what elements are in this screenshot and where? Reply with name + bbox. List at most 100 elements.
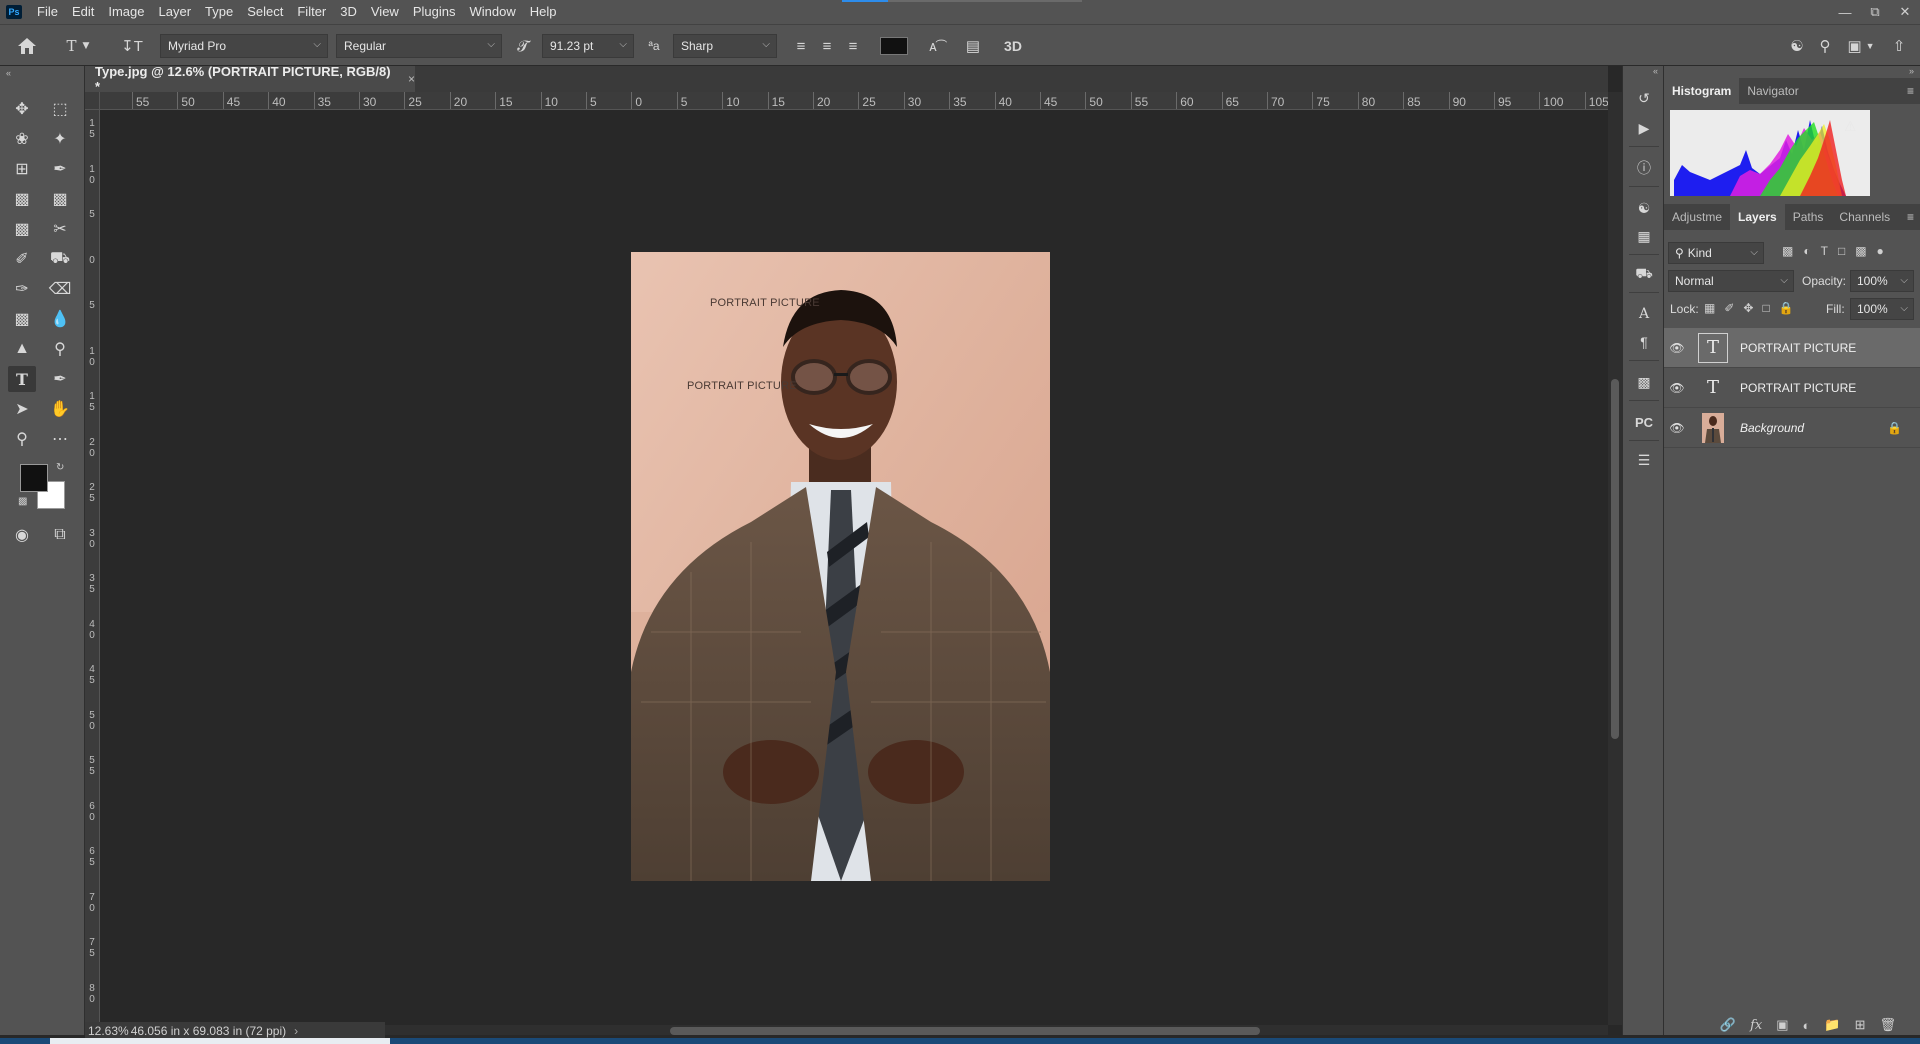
swatches-grid-icon[interactable]: ▦ [1631,224,1657,248]
lock-artboard-icon[interactable]: □ [1762,301,1769,315]
tab-channels[interactable]: Channels [1831,204,1898,230]
home-icon[interactable] [12,34,42,58]
vertical-scroll-thumb[interactable] [1611,379,1619,739]
adjustment-layer-icon[interactable]: ◐ [1803,1018,1811,1033]
swap-colors-icon[interactable]: ↻ [56,462,64,473]
close-tab-icon[interactable]: × [408,72,415,86]
stamp-tool-icon[interactable]: ⛟ [46,246,74,272]
pen-tool-icon[interactable]: ✒ [46,366,74,392]
lock-transparency-icon[interactable]: ▦ [1704,301,1715,315]
cache-warning-icon[interactable]: ⚠ [1844,118,1857,135]
link-layers-icon[interactable]: 🔗 [1720,1017,1736,1033]
collapse-toolbar-icon[interactable]: « [6,68,11,78]
new-group-icon[interactable]: 📁 [1824,1017,1840,1033]
horizontal-scrollbar[interactable] [320,1025,1608,1035]
filter-smart-icon[interactable]: ▩ [1855,244,1866,258]
layer-name[interactable]: PORTRAIT PICTURE [1740,341,1856,355]
move-tool-icon[interactable]: ✥ [8,96,36,122]
bandage-icon[interactable]: ▩ [46,186,74,212]
pc-libraries-icon[interactable]: PC [1631,410,1657,434]
canvas-text-layer-1[interactable]: PORTRAIT PICTURE [710,297,820,309]
menu-layer[interactable]: Layer [152,0,199,24]
visibility-eye-icon[interactable]: 👁 [1664,341,1690,355]
panel-menu-icon[interactable]: ≡ [1907,210,1914,224]
brush-tool-icon[interactable]: ✐ [8,246,36,272]
sharpen-tool-icon[interactable]: ▲ [8,336,36,362]
frame-tool-icon[interactable]: ▩ [8,216,36,242]
expand-panels-icon[interactable]: » [1909,66,1914,76]
canvas-text-layer-2[interactable]: PORTRAIT PICTURE [687,380,797,392]
crop-tool-icon[interactable]: ⊞ [8,156,36,182]
font-family-select[interactable]: Myriad Pro ⌵ [160,34,328,58]
lock-position-icon[interactable]: ✥ [1743,301,1753,315]
visibility-eye-icon[interactable]: 👁 [1664,381,1690,395]
info-icon[interactable]: ⓘ [1631,156,1657,180]
type-tool-icon[interactable]: T [8,366,36,392]
scissors-icon[interactable]: ✂ [46,216,74,242]
properties-icon[interactable]: ▩ [1631,370,1657,394]
visibility-eye-icon[interactable]: 👁 [1664,421,1690,435]
horizontal-scroll-thumb[interactable] [670,1027,1260,1035]
collapse-strip-icon[interactable]: « [1653,66,1658,76]
workspace-icon[interactable]: ▣ ▼ [1844,34,1878,58]
vertical-scrollbar[interactable] [1608,92,1622,1025]
fx-icon[interactable]: fx [1750,1018,1762,1033]
fill-input[interactable]: 100% ⌵ [1850,298,1914,320]
blend-mode-select[interactable]: Normal ⌵ [1668,270,1794,292]
filter-type-icon[interactable]: T [1821,244,1828,258]
menu-type[interactable]: Type [198,0,240,24]
actions-play-icon[interactable]: ▶ [1631,116,1657,140]
tab-adjustments[interactable]: Adjustme [1664,204,1730,230]
spot-healing-icon[interactable]: ▩ [8,186,36,212]
font-size-select[interactable]: 91.23 pt ⌵ [542,34,634,58]
filter-adjustment-icon[interactable]: ◐ [1803,244,1810,258]
3d-panel-icon[interactable]: ☯ [1631,196,1657,220]
layer-row[interactable]: 👁 T PORTRAIT PICTURE [1664,328,1920,368]
menu-view[interactable]: View [364,0,406,24]
lock-all-icon[interactable]: 🔒 [1779,301,1794,315]
tab-layers[interactable]: Layers [1730,204,1785,230]
document-canvas-image[interactable]: PORTRAIT PICTURE PORTRAIT PICTURE [631,252,1050,881]
vertical-ruler[interactable]: 1510505101520253035404550556065707580 [85,110,100,1025]
more-tools-icon[interactable]: ⋯ [46,426,74,452]
new-layer-icon[interactable]: ⊞ [1855,1017,1866,1033]
lasso-tool-icon[interactable]: ❀ [8,126,36,152]
text-color-swatch[interactable] [880,34,908,58]
menu-image[interactable]: Image [101,0,151,24]
filter-shape-icon[interactable]: □ [1838,244,1845,258]
horizontal-ruler[interactable]: 55 50 45 40 35 30 25 20 15 10 5 0 5 10 15 20 25 30 35 40 45 5… [100,92,1608,110]
menu-file[interactable]: File [30,0,65,24]
menu-filter[interactable]: Filter [290,0,333,24]
search-icon[interactable]: ⚲ [1812,34,1838,58]
minimize-icon[interactable]: — [1830,0,1860,24]
blur-tool-icon[interactable]: 💧 [46,306,74,332]
menu-3d[interactable]: 3D [333,0,364,24]
layer-name[interactable]: PORTRAIT PICTURE [1740,381,1856,395]
menu-help[interactable]: Help [523,0,564,24]
layer-name[interactable]: Background [1740,421,1804,435]
delete-layer-icon[interactable]: 🗑 [1879,1017,1896,1033]
close-window-icon[interactable]: ✕ [1890,0,1920,24]
history-icon[interactable]: ↺ [1631,86,1657,110]
magic-wand-icon[interactable]: ✦ [46,126,74,152]
hand-tool-icon[interactable]: ✋ [46,396,74,422]
marquee-tool-icon[interactable]: ⬚ [46,96,74,122]
menu-plugins[interactable]: Plugins [406,0,463,24]
gradient-tool-icon[interactable]: ▩ [8,306,36,332]
type-tool-preset-icon[interactable]: T ▼ [60,34,96,58]
lock-pixels-icon[interactable]: ✐ [1724,301,1734,315]
eraser-icon[interactable]: ⌫ [46,276,74,302]
layer-filter-select[interactable]: ⚲ Kind ⌵ [1668,242,1764,264]
tab-paths[interactable]: Paths [1785,204,1832,230]
quick-mask-icon[interactable]: ◉ [8,522,36,548]
layer-row[interactable]: 👁 Background 🔒 [1664,408,1920,448]
add-mask-icon[interactable]: ▣ [1776,1017,1788,1033]
filter-pixel-icon[interactable]: ▩ [1782,244,1793,258]
share-icon[interactable]: ⇧ [1886,34,1912,58]
align-left-icon[interactable]: ≡ [790,34,812,58]
3d-button[interactable]: 3D [998,34,1028,58]
restore-icon[interactable]: ⧉ [1860,0,1890,24]
foreground-color-swatch[interactable] [20,464,48,492]
document-tab[interactable]: Type.jpg @ 12.6% (PORTRAIT PICTURE, RGB/… [85,64,415,94]
paragraph-icon[interactable]: ¶ [1631,330,1657,354]
